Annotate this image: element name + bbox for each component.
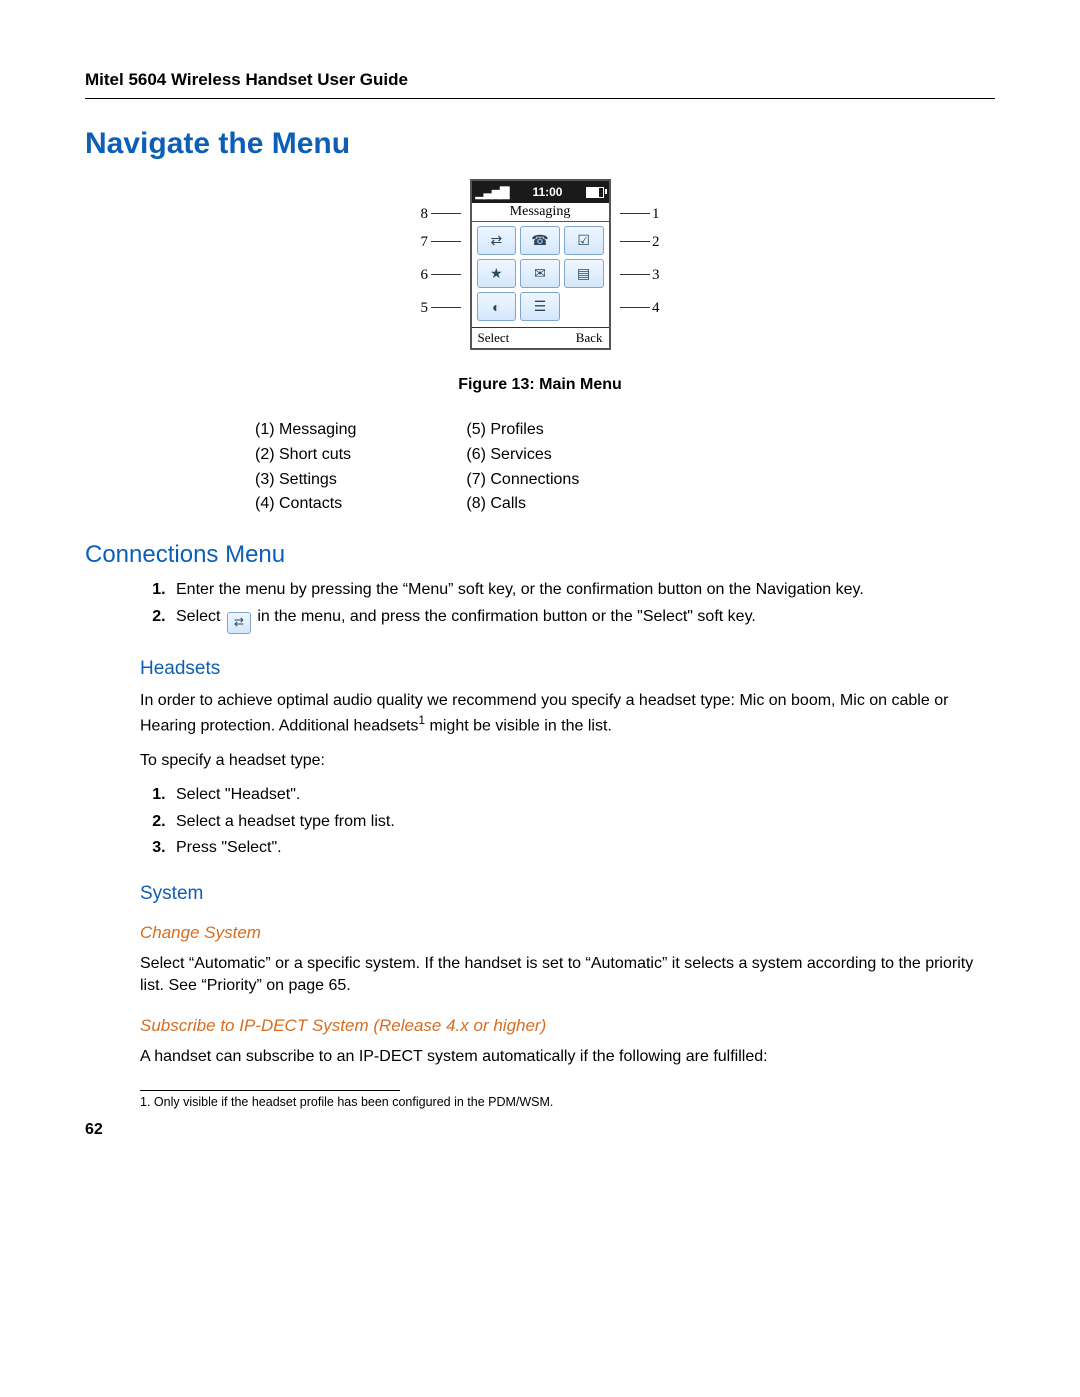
text: in the menu, and press the confirmation … bbox=[257, 608, 755, 625]
signal-icon: ▁▃▅▇ bbox=[476, 185, 509, 199]
line bbox=[431, 307, 461, 308]
callout-4: 4 bbox=[652, 300, 660, 317]
line bbox=[620, 213, 650, 214]
text: Select bbox=[176, 608, 225, 625]
footnote-rule bbox=[140, 1090, 400, 1091]
legend-item: (6) Services bbox=[466, 443, 579, 468]
softkey-back: Back bbox=[570, 328, 609, 348]
battery-icon bbox=[586, 187, 604, 198]
page-number: 62 bbox=[85, 1121, 995, 1139]
settings-icon: ▤ bbox=[564, 259, 604, 288]
list-item: Select "Headset". bbox=[170, 784, 995, 806]
line bbox=[620, 274, 650, 275]
paragraph: In order to achieve optimal audio qualit… bbox=[140, 690, 995, 738]
header-rule bbox=[85, 98, 995, 99]
text: might be visible in the list. bbox=[425, 718, 612, 735]
status-time: 11:00 bbox=[532, 185, 562, 199]
figure-caption: Figure 13: Main Menu bbox=[85, 376, 995, 394]
figure-main-menu: ▁▃▅▇ 11:00 Messaging ⇄ ☎ ☑ ★ ✉ ▤ ◐ ☰ bbox=[85, 179, 995, 350]
callout-7: 7 bbox=[421, 234, 429, 251]
menu-title: Messaging bbox=[472, 203, 609, 222]
callout-3: 3 bbox=[652, 267, 660, 284]
headsets-heading: Headsets bbox=[140, 658, 995, 680]
connections-icon: ⇄ bbox=[477, 226, 517, 255]
headset-steps: Select "Headset". Select a headset type … bbox=[140, 784, 995, 859]
contacts-icon: ☰ bbox=[520, 292, 560, 321]
legend-item: (7) Connections bbox=[466, 468, 579, 493]
line bbox=[620, 241, 650, 242]
line bbox=[431, 274, 461, 275]
profiles-icon: ◐ bbox=[477, 292, 517, 321]
paragraph: A handset can subscribe to an IP-DECT sy… bbox=[140, 1046, 995, 1068]
shortcuts-icon: ☑ bbox=[564, 226, 604, 255]
list-item: Enter the menu by pressing the “Menu” so… bbox=[170, 579, 995, 601]
legend-item: (3) Settings bbox=[255, 468, 356, 493]
callout-6: 6 bbox=[421, 267, 429, 284]
list-item: Select ⇄ in the menu, and press the conf… bbox=[170, 606, 995, 634]
list-item: Select a headset type from list. bbox=[170, 811, 995, 833]
figure-legend: (1) Messaging (2) Short cuts (3) Setting… bbox=[255, 418, 995, 517]
callout-5: 5 bbox=[421, 300, 429, 317]
messaging-icon: ✉ bbox=[520, 259, 560, 288]
connections-steps: Enter the menu by pressing the “Menu” so… bbox=[140, 579, 995, 634]
legend-item: (8) Calls bbox=[466, 492, 579, 517]
services-icon: ★ bbox=[477, 259, 517, 288]
list-item: Press "Select". bbox=[170, 837, 995, 859]
document-header: Mitel 5604 Wireless Handset User Guide bbox=[85, 70, 995, 90]
legend-item: (5) Profiles bbox=[466, 418, 579, 443]
system-heading: System bbox=[140, 883, 995, 905]
subscribe-heading: Subscribe to IP-DECT System (Release 4.x… bbox=[140, 1016, 995, 1036]
callout-1: 1 bbox=[652, 206, 660, 223]
connections-icon: ⇄ bbox=[227, 612, 251, 634]
connections-heading: Connections Menu bbox=[85, 541, 995, 569]
change-system-heading: Change System bbox=[140, 923, 995, 943]
legend-item: (2) Short cuts bbox=[255, 443, 356, 468]
line bbox=[620, 307, 650, 308]
softkey-select: Select bbox=[472, 328, 516, 348]
legend-item: (1) Messaging bbox=[255, 418, 356, 443]
paragraph: Select “Automatic” or a specific system.… bbox=[140, 953, 995, 998]
page-title: Navigate the Menu bbox=[85, 127, 995, 161]
line bbox=[431, 241, 461, 242]
paragraph: To specify a headset type: bbox=[140, 750, 995, 772]
calls-icon: ☎ bbox=[520, 226, 560, 255]
footnote: 1. Only visible if the headset profile h… bbox=[140, 1095, 995, 1109]
callout-2: 2 bbox=[652, 234, 660, 251]
callout-8: 8 bbox=[421, 206, 429, 223]
legend-item: (4) Contacts bbox=[255, 492, 356, 517]
line bbox=[431, 213, 461, 214]
